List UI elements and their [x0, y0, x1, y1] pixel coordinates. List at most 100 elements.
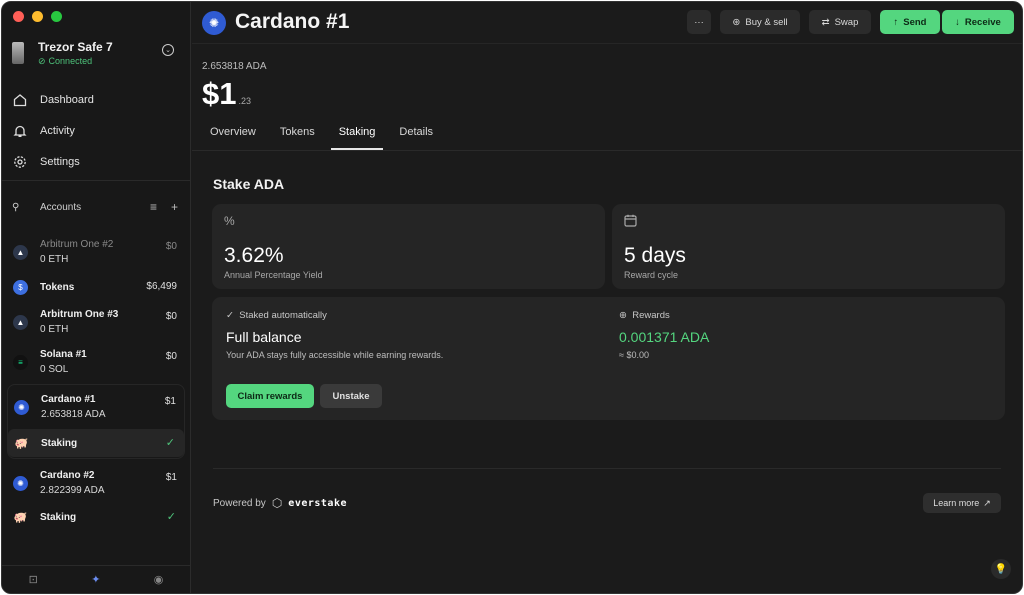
- nav-settings[interactable]: Settings: [12, 146, 180, 177]
- account-name: Cardano #1: [41, 394, 96, 405]
- unstake-button[interactable]: Unstake: [320, 384, 382, 408]
- staking-label: Staking: [41, 437, 78, 449]
- tab-details[interactable]: Details: [391, 120, 441, 150]
- staked-auto-label: Staked automatically: [239, 310, 327, 321]
- apy-label: Annual Percentage Yield: [224, 270, 323, 280]
- check-icon: ✓: [226, 310, 234, 321]
- account-item[interactable]: ▲ Arbitrum One #2 0 ETH $0: [7, 232, 185, 272]
- powered-by: Powered by ⬡ everstake: [213, 496, 347, 510]
- account-item-selected[interactable]: ✺ Cardano #1 2.653818 ADA $1: [8, 387, 184, 427]
- search-icon[interactable]: ⚲: [12, 202, 24, 213]
- account-name: Solana #1: [40, 349, 87, 360]
- bell-icon: [12, 123, 28, 139]
- device-status: ⊘ Connected: [38, 56, 113, 67]
- swap-icon: ⇄: [821, 16, 830, 28]
- account-amount: 0 ETH: [40, 324, 69, 335]
- dollar-circle-icon: ⊛: [732, 16, 741, 28]
- tab-tokens[interactable]: Tokens: [272, 120, 323, 150]
- tab-staking[interactable]: Staking: [330, 120, 384, 150]
- nav-activity[interactable]: Activity: [12, 115, 180, 146]
- send-label: Send: [903, 16, 927, 28]
- nav-dashboard-label: Dashboard: [40, 93, 94, 106]
- device-status-icon[interactable]: ⊡: [29, 573, 38, 586]
- cardano-icon: ✺: [202, 11, 226, 35]
- device-status-text: Connected: [48, 56, 93, 66]
- cycle-label: Reward cycle: [624, 270, 679, 280]
- piggy-bank-icon: 🐖: [13, 511, 28, 524]
- cycle-value: 5 days: [624, 244, 686, 267]
- buy-sell-button[interactable]: ⊛ Buy & sell: [720, 10, 800, 34]
- staking-subitem[interactable]: 🐖 Staking ✓: [7, 503, 185, 531]
- piggy-bank-icon: 🐖: [14, 437, 29, 450]
- nav-settings-label: Settings: [40, 155, 80, 168]
- rewards-value: 0.001371 ADA: [619, 329, 710, 345]
- home-icon: [12, 92, 28, 108]
- send-button[interactable]: ↑ Send: [880, 10, 940, 34]
- cardano-icon: ✺: [13, 475, 28, 491]
- section-title: Stake ADA: [213, 176, 285, 192]
- account-name: Cardano #2: [40, 470, 95, 481]
- account-value: $1: [165, 472, 177, 483]
- link-icon: ⊘: [38, 55, 46, 66]
- account-header: ✺ Cardano #1 ··· ⊛ Buy & sell ⇄ Swap ↑ Send…: [192, 2, 1022, 44]
- footer-divider: [213, 468, 1001, 469]
- eye-icon[interactable]: ◉: [154, 573, 164, 586]
- crypto-balance: 2.653818 ADA: [202, 61, 267, 72]
- account-name: Arbitrum One #2: [40, 239, 114, 250]
- cardano-icon: ✺: [14, 399, 29, 415]
- account-value: $0: [165, 351, 177, 362]
- filter-icon[interactable]: ≡: [150, 200, 157, 214]
- account-name: Arbitrum One #3: [40, 309, 119, 320]
- swap-button[interactable]: ⇄ Swap: [809, 10, 871, 34]
- app-window: Trezor Safe 7 ⊘ Connected ⌄ Dashboard Act…: [1, 1, 1023, 594]
- account-value: $0: [165, 311, 177, 322]
- rewards-label: Rewards: [632, 310, 670, 321]
- account-amount: 0 ETH: [40, 254, 69, 265]
- receive-button[interactable]: ↓ Receive: [942, 10, 1014, 34]
- accounts-header: ⚲ Accounts ≡ +: [12, 198, 178, 216]
- claim-rewards-button[interactable]: Claim rewards: [226, 384, 314, 408]
- learn-more-label: Learn more: [933, 498, 980, 508]
- account-item[interactable]: ≡ Solana #1 0 SOL $0: [7, 342, 185, 382]
- minimize-window-button[interactable]: [32, 11, 43, 22]
- tokens-icon: $: [13, 279, 28, 295]
- account-item[interactable]: $ Tokens $6,499: [7, 272, 185, 302]
- buy-sell-label: Buy & sell: [745, 16, 788, 28]
- solana-icon: ≡: [13, 354, 28, 370]
- plus-circle-icon: ⊕: [619, 310, 627, 321]
- fiat-balance-cents: .23: [238, 96, 251, 106]
- device-switcher[interactable]: Trezor Safe 7 ⊘ Connected ⌄: [12, 38, 178, 68]
- calendar-icon: [624, 214, 637, 230]
- apy-value: 3.62%: [224, 244, 284, 267]
- check-icon: ✓: [165, 437, 175, 449]
- close-window-button[interactable]: [13, 11, 24, 22]
- account-tabs: Overview Tokens Staking Details: [202, 120, 449, 150]
- account-list: ▲ Arbitrum One #2 0 ETH $0 $ Tokens $6,4…: [7, 232, 185, 531]
- sidebar-divider: [2, 180, 190, 181]
- tabs-divider: [192, 150, 1022, 151]
- chevron-down-icon[interactable]: ⌄: [162, 44, 174, 56]
- powered-by-label: Powered by: [213, 497, 266, 509]
- account-amount: 0 SOL: [40, 364, 69, 375]
- learn-more-button[interactable]: Learn more ↗: [923, 493, 1001, 513]
- window-controls: [13, 11, 62, 22]
- sidebar: Trezor Safe 7 ⊘ Connected ⌄ Dashboard Act…: [2, 2, 191, 593]
- more-button[interactable]: ···: [687, 10, 711, 34]
- arrow-up-icon: ↑: [893, 16, 899, 28]
- staking-subitem[interactable]: 🐖 Staking ✓: [8, 429, 184, 457]
- nav-dashboard[interactable]: Dashboard: [12, 84, 180, 115]
- full-balance-title: Full balance: [226, 329, 302, 345]
- apy-card: % 3.62% Annual Percentage Yield: [212, 204, 605, 289]
- add-account-icon[interactable]: +: [171, 200, 178, 214]
- rewards-fiat: ≈ $0.00: [619, 350, 649, 360]
- rewards-header: ⊕ Rewards: [619, 310, 670, 321]
- account-group-cardano-1: ✺ Cardano #1 2.653818 ADA $1 🐖 Staking ✓: [7, 384, 185, 459]
- maximize-window-button[interactable]: [51, 11, 62, 22]
- sparkle-icon[interactable]: ✦: [91, 573, 100, 586]
- account-item[interactable]: ▲ Arbitrum One #3 0 ETH $0: [7, 302, 185, 342]
- arbitrum-icon: ▲: [13, 244, 28, 260]
- tab-overview[interactable]: Overview: [202, 120, 264, 150]
- lightbulb-icon[interactable]: 💡: [991, 559, 1011, 579]
- account-item[interactable]: ✺ Cardano #2 2.822399 ADA $1: [7, 463, 185, 503]
- nav-activity-label: Activity: [40, 124, 75, 137]
